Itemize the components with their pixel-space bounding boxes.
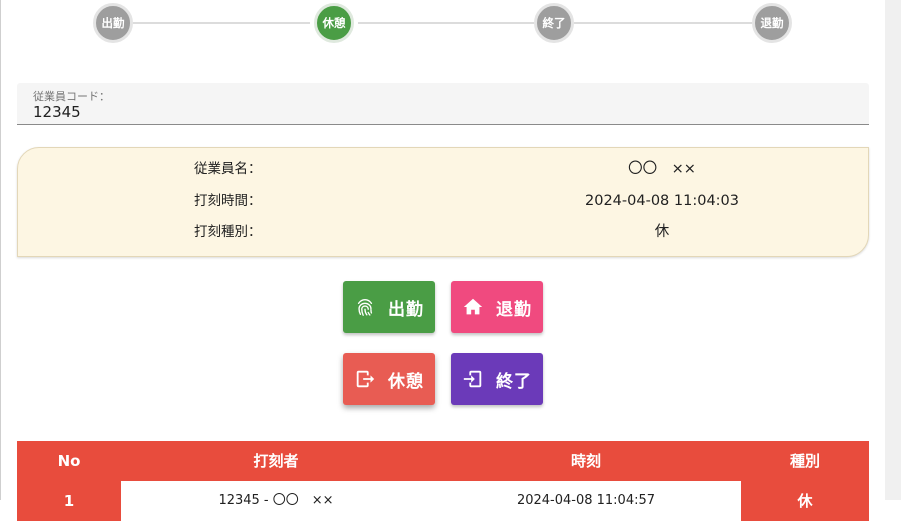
stamp-history-table: No 打刻者 時刻 種別 1 12345 - 〇〇 ×× 2024-04-08 … <box>17 441 869 521</box>
header-type: 種別 <box>789 452 820 470</box>
stamp-time-label: 打刻時間： <box>194 193 262 209</box>
employee-name-label: 従業員名： <box>194 161 262 177</box>
login-icon <box>463 370 482 388</box>
stamp-type-label: 打刻種別： <box>194 224 262 240</box>
clock-out-button[interactable]: 退勤 <box>451 281 543 333</box>
step-clock-out: 退勤 <box>752 3 792 43</box>
break-end-button[interactable]: 終了 <box>451 353 543 405</box>
cell-type: 休 <box>797 492 813 510</box>
exit-icon <box>356 370 375 388</box>
stamp-type-value: 休 <box>654 224 670 240</box>
header-no: No <box>57 452 81 470</box>
scrollbar-track[interactable] <box>885 0 901 500</box>
home-icon <box>463 298 483 315</box>
cell-no: 1 <box>63 492 75 510</box>
break-start-button[interactable]: 休憩 <box>343 353 435 405</box>
stepper-connector <box>574 22 752 24</box>
employee-code-input[interactable]: 12345 <box>33 103 81 121</box>
header-time: 時刻 <box>570 452 601 470</box>
step-clock-in: 出勤 <box>93 3 133 43</box>
fingerprint-icon <box>357 298 373 316</box>
info-row-stamp-type: 打刻種別： 休 <box>18 216 868 248</box>
employee-code-field[interactable]: 従業員コード： 12345 <box>17 83 869 125</box>
table-row[interactable]: 1 12345 - 〇〇 ×× 2024-04-08 11:04:57 休 <box>17 481 869 521</box>
info-row-employee-name: 従業員名： 〇〇 ×× <box>18 153 868 185</box>
clock-in-label: 出勤 <box>388 299 424 320</box>
table-header: No 打刻者 時刻 種別 <box>17 441 869 481</box>
stepper-connector <box>358 22 534 24</box>
stamp-info-card: 従業員名： 〇〇 ×× 打刻時間： 2024-04-08 11:04:03 打刻… <box>17 147 869 257</box>
break-end-label: 終了 <box>496 371 532 392</box>
cell-time: 2024-04-08 11:04:57 <box>431 481 741 521</box>
step-break: 休憩 <box>314 3 354 43</box>
step-label: 退勤 <box>760 16 784 30</box>
step-label: 終了 <box>542 16 566 30</box>
cell-user: 12345 - 〇〇 ×× <box>121 481 431 521</box>
step-label: 出勤 <box>101 16 125 30</box>
clock-out-label: 退勤 <box>496 299 532 320</box>
window-left-border <box>0 0 1 500</box>
step-label: 休憩 <box>322 16 346 30</box>
employee-code-label: 従業員コード： <box>33 90 110 103</box>
status-stepper: 出勤 休憩 終了 退勤 <box>0 0 885 50</box>
employee-name-value: 〇〇 ×× <box>628 161 696 177</box>
step-break-end: 終了 <box>534 3 574 43</box>
header-user: 打刻者 <box>253 452 299 470</box>
break-start-label: 休憩 <box>388 371 424 392</box>
info-row-stamp-time: 打刻時間： 2024-04-08 11:04:03 <box>18 185 868 217</box>
clock-in-button[interactable]: 出勤 <box>343 281 435 333</box>
stepper-connector <box>133 22 310 24</box>
stamp-time-value: 2024-04-08 11:04:03 <box>585 193 739 209</box>
